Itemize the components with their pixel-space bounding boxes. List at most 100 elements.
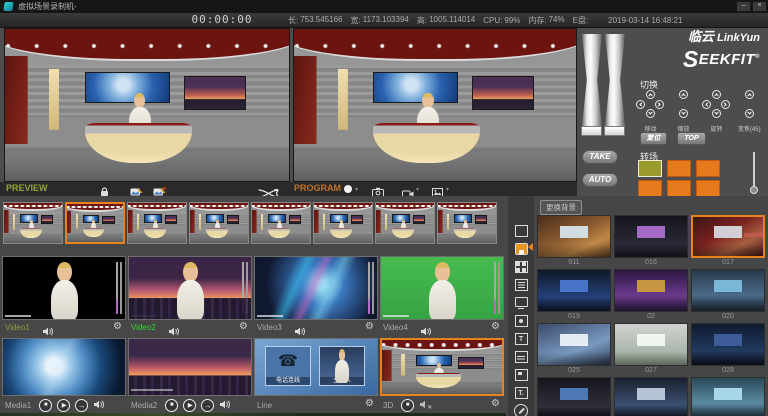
transition-tile[interactable]: [638, 160, 662, 177]
camera-angle-thumbnail[interactable]: [375, 202, 435, 244]
preview-monitor[interactable]: [4, 28, 290, 182]
program-monitor[interactable]: [293, 28, 577, 182]
scene-thumbnail-image: [537, 323, 611, 366]
camcorder-caret-icon[interactable]: ▾: [416, 186, 419, 193]
image-caret-icon[interactable]: ▾: [446, 186, 449, 193]
speaker-icon[interactable]: [219, 396, 230, 414]
loop-button[interactable]: [201, 399, 214, 412]
arrow-up-icon[interactable]: [679, 90, 688, 99]
t-bar-fader-left[interactable]: [582, 34, 602, 126]
camera-angle-thumbnail[interactable]: [65, 202, 125, 244]
phone-call-box[interactable]: ☎ 电话连线: [265, 346, 311, 386]
stop-button[interactable]: [165, 399, 178, 412]
arrow-left-icon[interactable]: [702, 100, 711, 109]
gear-icon[interactable]: ⚙: [365, 399, 374, 409]
transition-tile[interactable]: [696, 180, 720, 197]
gear-icon[interactable]: [513, 223, 529, 239]
close-button[interactable]: ×: [753, 2, 766, 11]
windows-grid-icon[interactable]: [513, 259, 529, 275]
monitor-icon[interactable]: [513, 295, 529, 311]
scene-thumbnail[interactable]: 020: [691, 269, 765, 321]
record-dot-icon[interactable]: [344, 185, 352, 193]
speaker-icon[interactable]: [93, 396, 104, 414]
studio-scene: [5, 29, 289, 181]
transition-tile[interactable]: [696, 160, 720, 177]
transition-tile[interactable]: [667, 160, 691, 177]
transition-tile[interactable]: [638, 180, 662, 197]
save-icon[interactable]: [513, 241, 529, 257]
top-button[interactable]: TOP: [677, 132, 706, 145]
camera-angle-thumbnail[interactable]: [313, 202, 373, 244]
scene-thumbnail[interactable]: 019: [537, 269, 611, 321]
transition-tile[interactable]: [667, 180, 691, 197]
media1-preview[interactable]: [2, 338, 126, 396]
scene-thumbnail[interactable]: 025: [537, 323, 611, 375]
video-preview[interactable]: [128, 256, 252, 320]
camera-angle-thumbnail[interactable]: [437, 202, 497, 244]
gear-icon[interactable]: ⚙: [365, 322, 374, 332]
camera-angle-thumbnail[interactable]: [251, 202, 311, 244]
minimize-button[interactable]: –: [737, 2, 750, 11]
scene-thumbnail[interactable]: [691, 377, 765, 416]
scene-thumbnail[interactable]: [614, 377, 688, 416]
studio-scene: [314, 203, 372, 243]
arrow-up-icon[interactable]: [745, 90, 754, 99]
scene-thumbnail[interactable]: 027: [614, 323, 688, 375]
scene-thumbnail[interactable]: 02: [614, 269, 688, 321]
scene-thumbnail[interactable]: 011: [537, 215, 611, 267]
text-icon[interactable]: [513, 385, 529, 401]
video-preview[interactable]: [254, 256, 378, 320]
arrow-down-icon[interactable]: [712, 109, 721, 118]
scene-thumbnail[interactable]: 028: [691, 323, 765, 375]
camera-angle-thumbnail[interactable]: [189, 202, 249, 244]
media2-preview[interactable]: [128, 338, 252, 396]
arrow-up-icon[interactable]: [646, 90, 655, 99]
video-input-panel: Video4 ⚙: [380, 256, 504, 336]
list-icon[interactable]: [513, 277, 529, 293]
t-bar-fader-right[interactable]: [605, 34, 625, 126]
host-box[interactable]: 主持人: [319, 346, 365, 386]
arrow-left-icon[interactable]: [636, 100, 645, 109]
record-timer: 00:00:00: [176, 13, 268, 27]
text-box-icon[interactable]: [513, 331, 529, 347]
play-button[interactable]: [183, 399, 196, 412]
layers-icon[interactable]: [513, 349, 529, 365]
gear-icon[interactable]: ⚙: [113, 322, 122, 332]
change-background-tab[interactable]: 更换背景: [540, 200, 582, 215]
transition-speed-knob[interactable]: [750, 186, 758, 194]
gear-icon[interactable]: ⚙: [491, 322, 500, 332]
scene-thumbnail[interactable]: 017: [691, 215, 765, 267]
t-bar-handle-right[interactable]: [604, 126, 625, 136]
arrow-down-icon[interactable]: [679, 109, 688, 118]
arrow-down-icon[interactable]: [745, 109, 754, 118]
scene-thumbnail-image: [691, 377, 765, 416]
dpad-scale: 缩放: [667, 90, 700, 133]
arrow-up-icon[interactable]: [712, 90, 721, 99]
bulb-icon[interactable]: [513, 313, 529, 329]
reset-button[interactable]: 复位: [640, 132, 667, 145]
frame-icon[interactable]: [513, 367, 529, 383]
stop-button[interactable]: [401, 399, 414, 412]
loop-button[interactable]: [75, 399, 88, 412]
scene-thumbnail[interactable]: [537, 377, 611, 416]
auto-button[interactable]: AUTO: [582, 173, 618, 187]
arrow-right-icon[interactable]: [655, 100, 664, 109]
gear-icon[interactable]: ⚙: [491, 399, 500, 409]
play-button[interactable]: [57, 399, 70, 412]
stop-button[interactable]: [39, 399, 52, 412]
record-caret-icon[interactable]: ▾: [355, 186, 358, 193]
camera-angle-thumbnail[interactable]: [3, 202, 63, 244]
arrow-right-icon[interactable]: [721, 100, 730, 109]
scene-thumbnail[interactable]: 016: [614, 215, 688, 267]
pen-circle-icon[interactable]: [513, 403, 529, 416]
camera-angle-thumbnail[interactable]: [127, 202, 187, 244]
studio-3d-preview[interactable]: [380, 338, 504, 396]
video-preview[interactable]: [2, 256, 126, 320]
take-button[interactable]: TAKE: [582, 150, 618, 164]
line-preview[interactable]: ☎ 电话连线 主持人: [254, 338, 378, 396]
gear-icon[interactable]: ⚙: [239, 322, 248, 332]
video-preview[interactable]: [380, 256, 504, 320]
muted-speaker-icon[interactable]: ✕: [419, 396, 432, 414]
t-bar-handle-left[interactable]: [581, 126, 602, 136]
arrow-down-icon[interactable]: [646, 109, 655, 118]
